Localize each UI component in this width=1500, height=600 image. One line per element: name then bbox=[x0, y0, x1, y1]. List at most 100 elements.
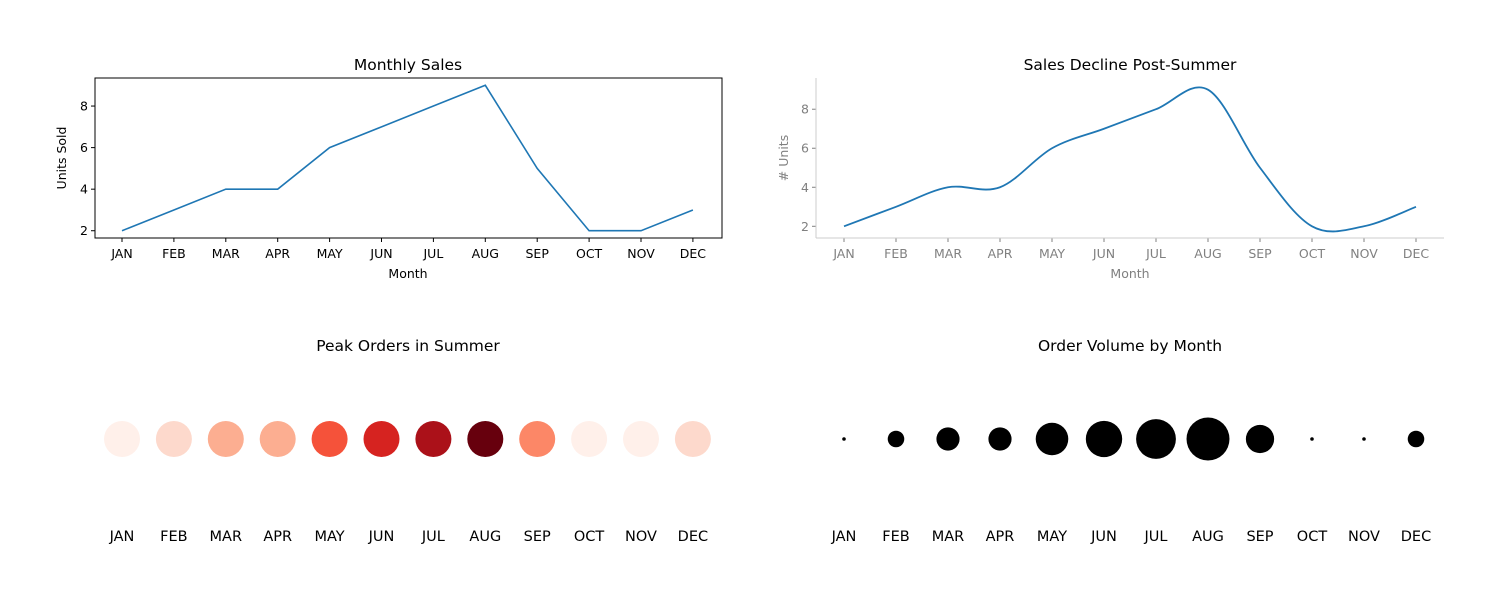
chart-title: Order Volume by Month bbox=[1038, 337, 1222, 355]
month-label: DEC bbox=[678, 529, 708, 545]
x-tick-label: MAR bbox=[212, 246, 240, 261]
month-label: JUL bbox=[1144, 529, 1168, 545]
y-axis-label: Units Sold bbox=[54, 127, 69, 190]
month-labels: JAN FEB MAR APR MAY JUN JUL AUG SEP OCT NOV DEC bbox=[831, 529, 1432, 545]
bubble bbox=[1310, 437, 1314, 441]
bubble bbox=[842, 437, 846, 441]
month-label: NOV bbox=[625, 529, 657, 545]
x-tick-label: MAR bbox=[934, 246, 962, 261]
bubble bbox=[207, 421, 244, 457]
month-label: MAY bbox=[1037, 529, 1067, 545]
figure: Monthly Sales Month Units Sold JAN FEB MAR… bbox=[54, 56, 1444, 545]
month-label: OCT bbox=[1297, 529, 1328, 545]
bubble bbox=[1407, 430, 1425, 448]
month-label: AUG bbox=[469, 529, 501, 545]
peak-orders-chart: Peak Orders in Summer JAN FEB MAR APR MAY JUN… bbox=[104, 337, 711, 545]
month-label: JAN bbox=[109, 529, 135, 545]
x-tick-label: APR bbox=[265, 246, 290, 261]
x-tick-label: AUG bbox=[472, 246, 499, 261]
bubble bbox=[155, 421, 192, 457]
month-label: FEB bbox=[160, 529, 187, 545]
x-tick-label: SEP bbox=[526, 246, 550, 261]
x-tick-label: JUL bbox=[1145, 246, 1166, 261]
monthly-sales-chart: Monthly Sales Month Units Sold JAN FEB MAR… bbox=[54, 56, 723, 281]
bubble bbox=[1035, 422, 1069, 456]
bubble bbox=[674, 421, 711, 457]
x-tick-label: NOV bbox=[1350, 246, 1378, 261]
x-tick-label: JAN bbox=[110, 246, 132, 261]
plot-frame bbox=[94, 77, 723, 239]
x-ticks: JAN FEB MAR APR MAY JUN JUL AUG SEP OCT NOV DEC bbox=[832, 238, 1429, 261]
bubble bbox=[1186, 417, 1230, 461]
chart-title: Peak Orders in Summer bbox=[316, 337, 500, 355]
bubble bbox=[1245, 424, 1275, 454]
bubble bbox=[467, 421, 504, 457]
y-tick-label: 2 bbox=[801, 219, 809, 234]
month-labels: JAN FEB MAR APR MAY JUN JUL AUG SEP OCT NOV DEC bbox=[109, 529, 709, 545]
month-label: JAN bbox=[831, 529, 857, 545]
month-label: JUN bbox=[368, 529, 395, 545]
bubble bbox=[887, 430, 905, 448]
month-label: JUL bbox=[421, 529, 445, 545]
x-tick-label: AUG bbox=[1194, 246, 1221, 261]
color-bubbles bbox=[104, 421, 711, 457]
bubble bbox=[936, 427, 960, 451]
y-tick-label: 6 bbox=[801, 141, 809, 156]
y-ticks: 2 4 6 8 bbox=[801, 102, 816, 234]
x-axis-label: Month bbox=[1110, 266, 1149, 281]
x-tick-label: FEB bbox=[884, 246, 908, 261]
y-tick-label: 4 bbox=[80, 182, 88, 197]
bubble bbox=[1136, 419, 1176, 459]
chart-title: Monthly Sales bbox=[354, 56, 462, 74]
y-ticks: 2 4 6 8 bbox=[80, 99, 95, 238]
x-tick-label: NOV bbox=[627, 246, 655, 261]
x-tick-label: OCT bbox=[576, 246, 603, 261]
month-label: FEB bbox=[882, 529, 909, 545]
bubble bbox=[259, 421, 296, 457]
month-label: MAR bbox=[210, 529, 243, 545]
bubble bbox=[311, 421, 348, 457]
month-label: SEP bbox=[524, 529, 551, 545]
x-ticks: JAN FEB MAR APR MAY JUN JUL AUG SEP OCT NOV DEC bbox=[110, 238, 706, 261]
order-volume-chart: Order Volume by Month JAN FEB MAR APR MAY JUN… bbox=[831, 337, 1432, 545]
x-tick-label: FEB bbox=[162, 246, 186, 261]
x-tick-label: OCT bbox=[1299, 246, 1326, 261]
y-tick-label: 8 bbox=[80, 99, 88, 114]
bubble bbox=[1085, 420, 1123, 458]
bubble bbox=[519, 421, 556, 457]
y-tick-label: 6 bbox=[80, 140, 88, 155]
x-tick-label: JUN bbox=[369, 246, 392, 261]
month-label: NOV bbox=[1348, 529, 1380, 545]
month-label: AUG bbox=[1192, 529, 1224, 545]
bubble bbox=[363, 421, 400, 457]
bubble bbox=[415, 421, 452, 457]
month-label: OCT bbox=[574, 529, 605, 545]
chart-title: Sales Decline Post-Summer bbox=[1024, 56, 1237, 74]
x-tick-label: MAY bbox=[317, 246, 343, 261]
x-axis-label: Month bbox=[388, 266, 427, 281]
bubble bbox=[988, 427, 1012, 451]
x-tick-label: JUL bbox=[422, 246, 443, 261]
month-label: MAR bbox=[932, 529, 965, 545]
y-axis-label: # Units bbox=[776, 135, 791, 181]
x-tick-label: DEC bbox=[680, 246, 707, 261]
x-tick-label: JAN bbox=[832, 246, 854, 261]
size-bubbles bbox=[842, 417, 1425, 461]
sales-curve bbox=[843, 86, 1417, 233]
month-label: DEC bbox=[1401, 529, 1431, 545]
x-tick-label: DEC bbox=[1403, 246, 1430, 261]
bubble bbox=[104, 421, 140, 457]
x-tick-label: MAY bbox=[1039, 246, 1065, 261]
sales-decline-chart: Sales Decline Post-Summer Month # Units … bbox=[776, 56, 1444, 281]
y-tick-label: 8 bbox=[801, 102, 809, 117]
bubble bbox=[1362, 437, 1366, 441]
month-label: SEP bbox=[1246, 529, 1273, 545]
month-label: MAY bbox=[315, 529, 345, 545]
x-tick-label: JUN bbox=[1092, 246, 1115, 261]
month-label: JUN bbox=[1090, 529, 1117, 545]
x-tick-label: SEP bbox=[1248, 246, 1272, 261]
bubble bbox=[571, 421, 608, 457]
bubble bbox=[623, 421, 659, 457]
x-tick-label: APR bbox=[988, 246, 1013, 261]
month-label: APR bbox=[263, 529, 292, 545]
